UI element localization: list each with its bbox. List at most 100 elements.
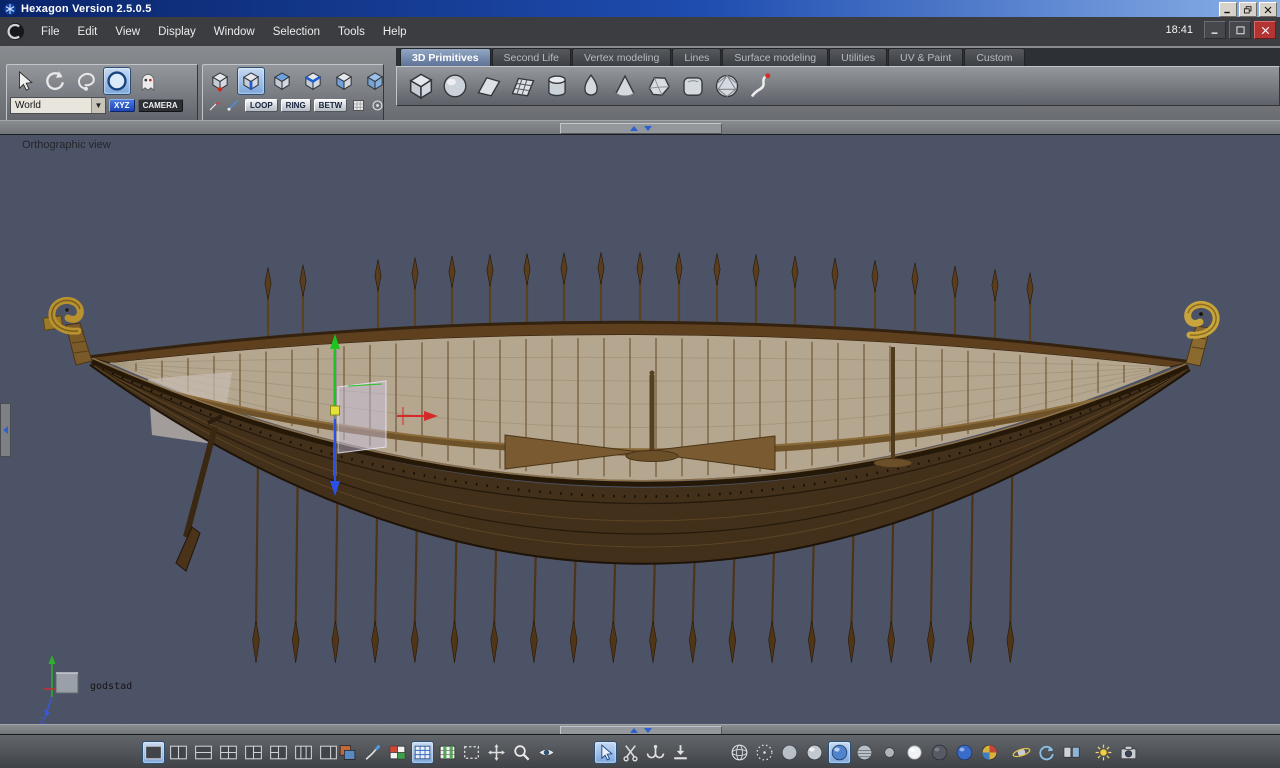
loop-button[interactable]: LOOP [245, 99, 278, 112]
layout-split-v-icon[interactable] [192, 741, 215, 764]
multi-sphere-icon[interactable] [978, 741, 1001, 764]
minimize-window-button[interactable] [1219, 2, 1237, 17]
world-space-dropdown[interactable]: World ▼ [10, 97, 106, 114]
mdi-minimize-button[interactable] [1204, 21, 1226, 39]
mini-grid-icon[interactable] [350, 97, 367, 114]
menu-file[interactable]: File [32, 18, 69, 46]
dotted-sphere-icon[interactable] [753, 741, 776, 764]
wireframe-sphere-icon[interactable] [728, 741, 751, 764]
navigation-group [460, 741, 558, 764]
component-selection-panel: LOOP RING BETW [202, 64, 384, 122]
mdi-maximize-button[interactable] [1229, 21, 1251, 39]
view-options-group [1010, 741, 1083, 764]
sun-icon[interactable] [1092, 741, 1115, 764]
green-grid-icon[interactable] [436, 741, 459, 764]
cube-edge-loop-icon[interactable] [299, 67, 327, 95]
collapse-down-icon [644, 126, 652, 131]
menu-tools[interactable]: Tools [329, 18, 374, 46]
cylinder-primitive-icon[interactable] [541, 70, 573, 102]
cube-primitive-icon[interactable] [405, 70, 437, 102]
dark-sphere-icon[interactable] [928, 741, 951, 764]
left-splitter-handle[interactable] [0, 403, 11, 457]
menu-window[interactable]: Window [205, 18, 264, 46]
tab-custom[interactable]: Custom [964, 48, 1025, 66]
viewport-canvas[interactable] [0, 135, 1280, 725]
white-sphere-icon[interactable] [903, 741, 926, 764]
menu-view[interactable]: View [106, 18, 149, 46]
hook-icon[interactable] [644, 741, 667, 764]
pan-icon[interactable] [485, 741, 508, 764]
layout-3col-icon[interactable] [292, 741, 315, 764]
oloid-primitive-icon[interactable] [575, 70, 607, 102]
snip-icon[interactable] [619, 741, 642, 764]
between-button[interactable]: BETW [313, 99, 348, 112]
rotate-tool-icon[interactable] [41, 67, 69, 95]
brush-icon[interactable] [361, 741, 384, 764]
menu-help[interactable]: Help [374, 18, 416, 46]
rounded-cube-primitive-icon[interactable] [677, 70, 709, 102]
layout-single-icon[interactable] [142, 741, 165, 764]
menu-selection[interactable]: Selection [264, 18, 329, 46]
refresh-icon[interactable] [1035, 741, 1058, 764]
cone-primitive-icon[interactable] [609, 70, 641, 102]
tab-utilities[interactable]: Utilities [829, 48, 887, 66]
layout-split-h-icon[interactable] [167, 741, 190, 764]
zoom-icon[interactable] [510, 741, 533, 764]
mini-target-icon[interactable] [369, 97, 386, 114]
tab-vertex-modeling[interactable]: Vertex modeling [572, 48, 672, 66]
spline-primitive-icon[interactable] [745, 70, 777, 102]
select-arrow-icon[interactable] [10, 67, 38, 95]
marquee-icon[interactable] [460, 741, 483, 764]
grid-primitive-icon[interactable] [507, 70, 539, 102]
camera-toggle-button[interactable]: CAMERA [137, 99, 183, 112]
textured-sphere-icon[interactable] [853, 741, 876, 764]
menu-edit[interactable]: Edit [69, 18, 107, 46]
mdi-close-button[interactable] [1254, 21, 1276, 39]
lasso-tool-icon[interactable] [72, 67, 100, 95]
rgb-grid-icon[interactable] [386, 741, 409, 764]
circle-select-icon[interactable] [103, 67, 131, 95]
xyz-toggle-button[interactable]: XYZ [109, 99, 135, 112]
layout-quad-icon[interactable] [217, 741, 240, 764]
pointer-icon[interactable] [594, 741, 617, 764]
mini-pencil-icon[interactable] [206, 97, 223, 114]
tab-uv-paint[interactable]: UV & Paint [887, 48, 964, 66]
facet-primitive-icon[interactable] [473, 70, 505, 102]
tab-3d-primitives[interactable]: 3D Primitives [400, 48, 491, 66]
ring-button[interactable]: RING [280, 99, 311, 112]
orbit-icon[interactable] [1010, 741, 1033, 764]
tab-lines[interactable]: Lines [672, 48, 722, 66]
cube-object-icon[interactable] [361, 67, 389, 95]
menu-display[interactable]: Display [149, 18, 205, 46]
sphere-primitive-icon[interactable] [439, 70, 471, 102]
polygon-primitive-icon[interactable] [643, 70, 675, 102]
smooth-sphere-icon[interactable] [803, 741, 826, 764]
restore-window-button[interactable] [1239, 2, 1257, 17]
dual-view-icon[interactable] [1060, 741, 1083, 764]
drop-icon[interactable] [669, 741, 692, 764]
render-camera-icon[interactable] [1117, 741, 1140, 764]
palette-icon[interactable] [336, 741, 359, 764]
layout-1-2-icon[interactable] [242, 741, 265, 764]
dropdown-arrow-icon[interactable]: ▼ [91, 98, 105, 113]
shaded-sphere-icon[interactable] [828, 741, 851, 764]
ghost-tool-icon[interactable] [134, 67, 162, 95]
blue-sphere-icon[interactable] [953, 741, 976, 764]
viewport-3d[interactable]: Orthographic view Z godstad [0, 134, 1280, 725]
selection-tools-panel: World ▼ XYZ CAMERA [6, 64, 198, 122]
small-sphere-icon[interactable] [878, 741, 901, 764]
uv-grid-icon[interactable] [411, 741, 434, 764]
cube-face-select-icon[interactable] [330, 67, 358, 95]
close-window-button[interactable] [1259, 2, 1277, 17]
tab-second-life[interactable]: Second Life [491, 48, 572, 66]
mini-mark-icon[interactable] [225, 97, 242, 114]
flat-sphere-icon[interactable] [778, 741, 801, 764]
layout-2-1-icon[interactable] [267, 741, 290, 764]
geodesic-primitive-icon[interactable] [711, 70, 743, 102]
tab-surface-modeling[interactable]: Surface modeling [722, 48, 829, 66]
eye-icon[interactable] [535, 741, 558, 764]
cube-points-icon[interactable] [206, 67, 234, 95]
cube-edges-icon[interactable] [237, 67, 265, 95]
top-splitter-handle[interactable] [560, 123, 722, 134]
cube-faces-icon[interactable] [268, 67, 296, 95]
